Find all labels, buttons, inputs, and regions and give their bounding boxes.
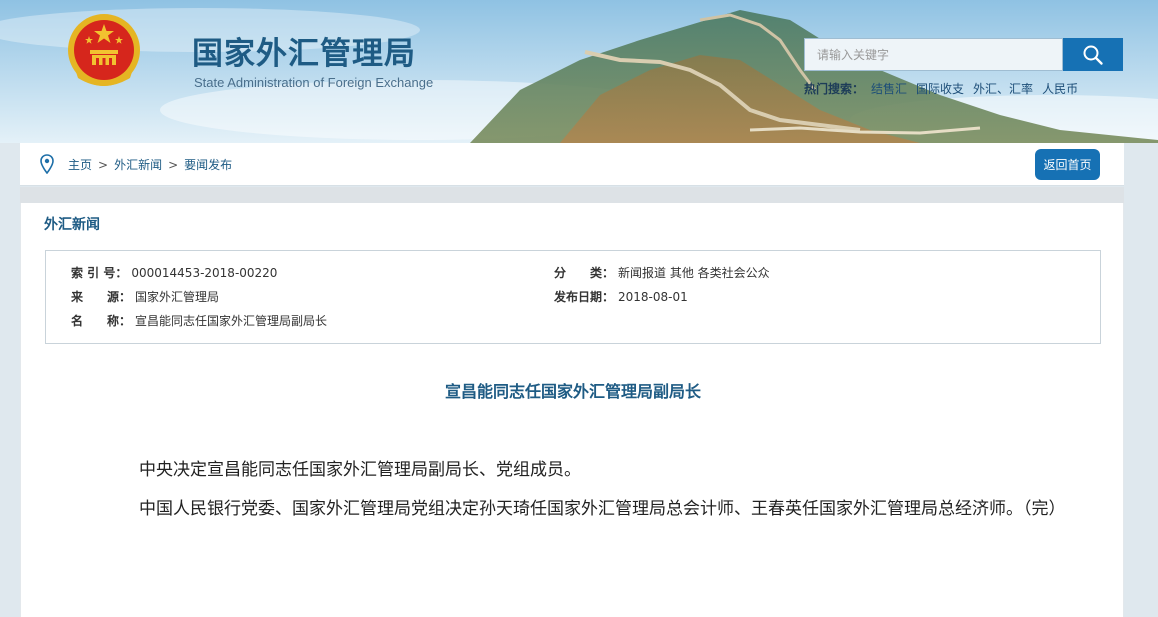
hot-term-link[interactable]: 人民币 — [1042, 81, 1078, 97]
search-icon — [1083, 45, 1103, 65]
meta-source: 来 源： 国家外汇管理局 — [71, 289, 219, 305]
meta-category-label: 分 类： — [554, 266, 615, 280]
meta-index-value: 000014453-2018-00220 — [131, 266, 278, 280]
breadcrumb-fx-news[interactable]: 外汇新闻 — [114, 157, 162, 173]
search-button[interactable] — [1063, 38, 1123, 71]
breadcrumb: 主页 > 外汇新闻 > 要闻发布 — [68, 157, 232, 173]
national-emblem-icon — [68, 14, 140, 86]
hot-term-link[interactable]: 外汇、汇率 — [973, 81, 1033, 97]
hot-search-label: 热门搜索： — [804, 82, 865, 96]
search-input[interactable] — [804, 38, 1063, 71]
back-to-home-button[interactable]: 返回首页 — [1035, 149, 1100, 180]
section-title: 外汇新闻 — [44, 217, 100, 233]
article-paragraph: 中央决定宣昌能同志任国家外汇管理局副局长、党组成员。 — [139, 460, 581, 480]
main-content: 外汇新闻 索 引 号： 000014453-2018-00220 分 类： 新闻报道… — [20, 203, 1124, 617]
meta-source-label: 来 源： — [71, 290, 132, 304]
breadcrumb-home[interactable]: 主页 — [68, 157, 92, 173]
meta-name-label: 名 称： — [71, 314, 132, 328]
document-meta-box: 索 引 号： 000014453-2018-00220 分 类： 新闻报道 其他 各… — [45, 250, 1101, 344]
meta-index-label: 索 引 号： — [71, 266, 128, 280]
article-paragraph: 中国人民银行党委、国家外汇管理局党组决定孙天琦任国家外汇管理局总会计师、王春英任… — [139, 499, 1066, 519]
meta-category: 分 类： 新闻报道 其他 各类社会公众 — [554, 265, 770, 281]
site-subtitle: State Administration of Foreign Exchange — [194, 75, 434, 90]
hot-term-link[interactable]: 结售汇 — [871, 81, 907, 97]
location-pin-icon — [40, 154, 54, 174]
meta-source-value: 国家外汇管理局 — [135, 290, 220, 304]
meta-name-value: 宣昌能同志任国家外汇管理局副局长 — [135, 314, 328, 328]
great-wall-background — [0, 0, 1158, 143]
meta-index: 索 引 号： 000014453-2018-00220 — [71, 265, 277, 281]
article-title: 宣昌能同志任国家外汇管理局副局长 — [444, 382, 701, 401]
site-title: 国家外汇管理局 — [192, 36, 416, 72]
breadcrumb-separator: > — [98, 158, 109, 172]
meta-date: 发布日期： 2018-08-01 — [554, 289, 688, 305]
hot-term-link[interactable]: 国际收支 — [916, 81, 964, 97]
meta-date-label: 发布日期： — [554, 290, 615, 304]
meta-date-value: 2018-08-01 — [618, 290, 688, 304]
hot-search: 热门搜索： 结售汇 国际收支 外汇、汇率 人民币 — [804, 81, 1078, 97]
breadcrumb-headline-news[interactable]: 要闻发布 — [184, 157, 232, 173]
meta-name: 名 称： 宣昌能同志任国家外汇管理局副局长 — [71, 313, 327, 329]
divider-bar — [20, 187, 1124, 203]
header-banner: 国家外汇管理局 State Administration of Foreign … — [0, 0, 1158, 143]
breadcrumb-separator: > — [168, 158, 179, 172]
breadcrumb-bar: 主页 > 外汇新闻 > 要闻发布 返回首页 — [20, 143, 1124, 186]
meta-category-value: 新闻报道 其他 各类社会公众 — [618, 266, 770, 280]
